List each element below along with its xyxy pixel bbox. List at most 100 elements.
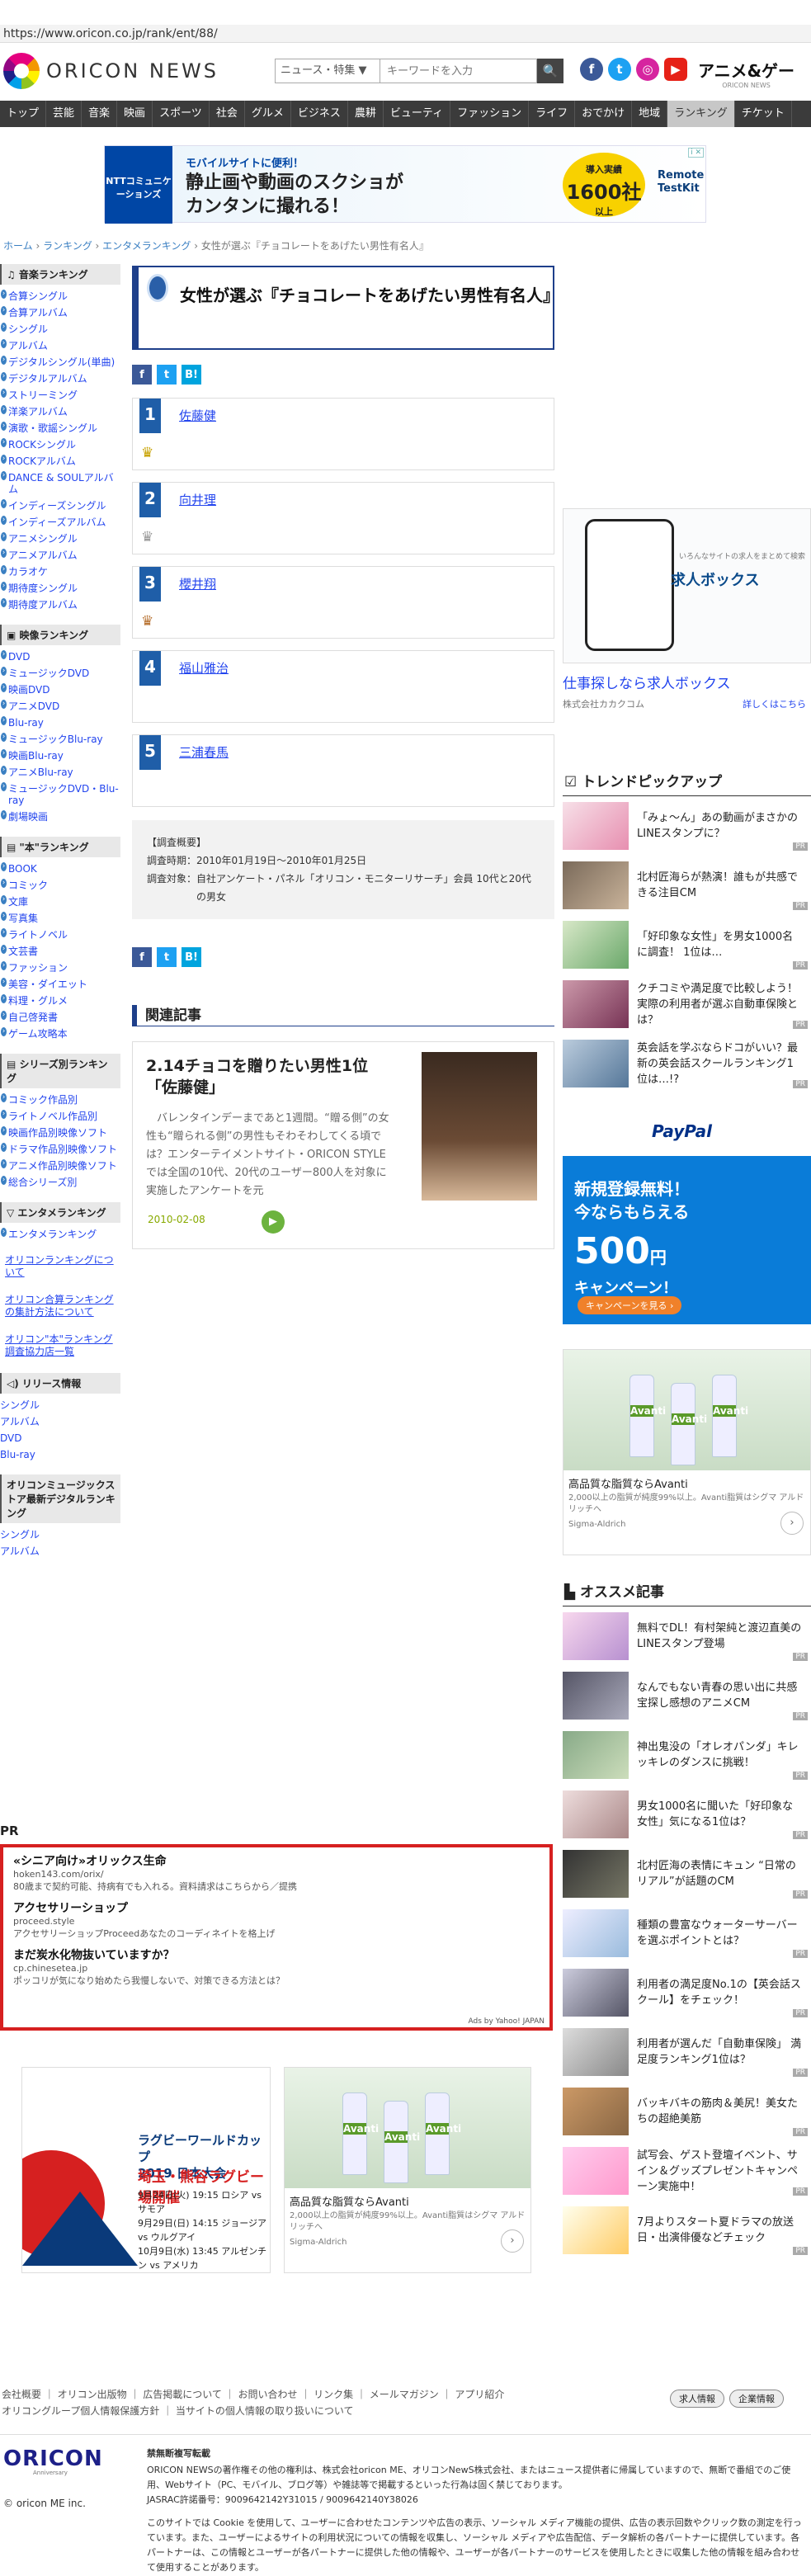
rugby-ad[interactable]: ラグビーワールドカップ 2019 日本大会 埼玉・熊谷ラグビー場開催 9月24日(… bbox=[21, 2067, 271, 2273]
recruit-ad-link[interactable]: 仕事探しなら求人ボックス bbox=[563, 672, 811, 692]
trend-title[interactable]: クチコミや満足度で比較しよう！実際の利用者が選ぶ自動車保険とは？ bbox=[637, 981, 802, 1028]
youtube-icon[interactable]: ▶ bbox=[664, 58, 687, 81]
osusume-title-link[interactable]: 神出鬼没の「オレオパンダ」キレッキレのダンスに挑戦！ bbox=[637, 1739, 802, 1771]
nav-item[interactable]: ビジネス bbox=[291, 101, 348, 127]
trend-item[interactable]: 北村匠海らが熱演！誰もが共感できる注目CM PR bbox=[563, 856, 811, 915]
rank-name-link[interactable]: 佐藤健 bbox=[179, 407, 216, 424]
sidebar-item[interactable]: エンタメランキング bbox=[0, 1226, 120, 1243]
sidebar-link[interactable]: オリコンランキングについて bbox=[5, 1254, 117, 1279]
sidebar-item[interactable]: 自己啓発書 bbox=[0, 1009, 120, 1026]
sidebar-item[interactable]: ファッション bbox=[0, 960, 120, 976]
sidebar-item[interactable]: 総合シリーズ別 bbox=[0, 1174, 120, 1191]
nav-item[interactable]: チケット bbox=[735, 101, 792, 127]
sidebar-item[interactable]: 演歌・歌謡シングル bbox=[0, 420, 120, 436]
osusume-item[interactable]: バッキバキの筋肉＆美尻！美女たちの超絶美筋 PR bbox=[563, 2082, 811, 2141]
sidebar-item[interactable]: ストリーミング bbox=[0, 387, 120, 403]
sidebar-item[interactable]: シングル bbox=[0, 1526, 120, 1543]
sidebar-item[interactable]: アニメDVD bbox=[0, 698, 120, 715]
facebook-icon[interactable]: f bbox=[580, 58, 603, 81]
ad-choices-icon[interactable]: i ✕ bbox=[688, 148, 704, 158]
sidebar-item[interactable]: 美容・ダイエット bbox=[0, 976, 120, 993]
osusume-title-link[interactable]: 利用者が選んだ「自動車保険」 満足度ランキング1位は？ bbox=[637, 2036, 802, 2068]
recruit-more-link[interactable]: 詳しくはこちら bbox=[743, 697, 806, 710]
sidebar-item[interactable]: 映画Blu-ray bbox=[0, 748, 120, 764]
sidebar-item[interactable]: 合算アルバム bbox=[0, 304, 120, 321]
sidebar-item[interactable]: 洋楽アルバム bbox=[0, 403, 120, 420]
sidebar-item[interactable]: ROCKシングル bbox=[0, 436, 120, 453]
related-article-photo[interactable] bbox=[422, 1052, 537, 1201]
nav-item[interactable]: 社会 bbox=[210, 101, 245, 127]
pr-ad-item[interactable]: まだ炭水化物抜いていますか？ cp.chinesetea.jp ポッコリが気にな… bbox=[13, 1946, 540, 1987]
sidebar-item[interactable]: 文庫 bbox=[0, 894, 120, 910]
trend-item[interactable]: 「みょ〜ん」あの動画がまさかのLINEスタンプに？ PR bbox=[563, 796, 811, 856]
address-bar[interactable]: https://www.oricon.co.jp/rank/ent/88/ bbox=[0, 25, 811, 43]
sidebar-item[interactable]: アニメ作品別映像ソフト bbox=[0, 1158, 120, 1174]
sidebar-item[interactable]: 料理・グルメ bbox=[0, 993, 120, 1009]
osusume-title-link[interactable]: 利用者の満足度No.1の【英会話スクール】をチェック！ bbox=[637, 1977, 802, 2008]
sidebar-item[interactable]: Blu-ray bbox=[0, 1446, 120, 1463]
sidebar-item[interactable]: ROCKアルバム bbox=[0, 453, 120, 469]
sidebar-link[interactable]: オリコン"本"ランキング調査協力店一覧 bbox=[5, 1333, 117, 1358]
osusume-title-link[interactable]: 北村匠海の表情にキュン “日常のリアル”が話題のCM bbox=[637, 1858, 802, 1890]
twitter-share-icon[interactable]: t bbox=[157, 947, 177, 967]
read-more-icon[interactable]: ▶ bbox=[262, 1210, 285, 1234]
trend-title[interactable]: 北村匠海らが熱演！誰もが共感できる注目CM bbox=[637, 870, 802, 901]
sidebar-item[interactable]: インディーズシングル bbox=[0, 498, 120, 514]
search-scope-select[interactable]: ニュース・特集 ▼ bbox=[275, 59, 380, 83]
sidebar-item[interactable]: 期待度シングル bbox=[0, 580, 120, 597]
nav-item[interactable]: 芸能 bbox=[46, 101, 83, 127]
rank-name-link[interactable]: 櫻井翔 bbox=[179, 575, 216, 592]
trend-title[interactable]: 「みょ〜ん」あの動画がまさかのLINEスタンプに？ bbox=[637, 810, 802, 842]
sidebar-item[interactable]: ゲーム攻略本 bbox=[0, 1026, 120, 1042]
osusume-item[interactable]: 無料でDL！有村架純と渡辺直美のLINEスタンプ登場 PR bbox=[563, 1606, 811, 1666]
instagram-icon[interactable]: ◎ bbox=[636, 58, 659, 81]
trend-item[interactable]: クチコミや満足度で比較しよう！実際の利用者が選ぶ自動車保険とは？ PR bbox=[563, 974, 811, 1034]
rank-name-link[interactable]: 福山雅治 bbox=[179, 659, 229, 677]
sidebar-item[interactable]: デジタルアルバム bbox=[0, 370, 120, 387]
sidebar-item[interactable]: ドラマ作品別映像ソフト bbox=[0, 1141, 120, 1158]
sidebar-item[interactable]: 映画DVD bbox=[0, 682, 120, 698]
anime-game-link[interactable]: アニメ&ゲー ORICON NEWS bbox=[698, 58, 794, 89]
sidebar-item[interactable]: ミュージックBlu-ray bbox=[0, 731, 120, 748]
trend-title[interactable]: 「好印象な女性」を男女1000名に調査！ 1位は… bbox=[637, 929, 802, 960]
chevron-right-icon[interactable]: › bbox=[501, 2229, 524, 2253]
sidebar-item[interactable]: DANCE & SOULアルバム bbox=[0, 469, 120, 498]
nav-item[interactable]: スポーツ bbox=[153, 101, 210, 127]
avanti-ad[interactable]: Avanti Avanti Avanti 高品質な脂質ならAvanti 2,00… bbox=[563, 1349, 811, 1555]
sidebar-item[interactable]: 映画作品別映像ソフト bbox=[0, 1125, 120, 1141]
trend-title[interactable]: 英会話を学ぶならドコがいい？最新の英会話スクールランキング1位は…!? bbox=[637, 1040, 802, 1087]
paypal-ad[interactable]: PayPal 新規登録無料！ 今ならもらえる 500円 キャンペーン！ キャンペー… bbox=[563, 1115, 811, 1324]
breadcrumb-ent[interactable]: エンタメランキング bbox=[102, 240, 191, 252]
sidebar-link[interactable]: オリコン合算ランキングの集計方法について bbox=[5, 1294, 117, 1319]
sidebar-item[interactable]: ミュージックDVD bbox=[0, 665, 120, 682]
nav-item[interactable]: ライフ bbox=[529, 101, 576, 127]
sidebar-item[interactable]: DVD bbox=[0, 649, 120, 665]
trend-item[interactable]: 「好印象な女性」を男女1000名に調査！ 1位は… PR bbox=[563, 915, 811, 974]
sidebar-item[interactable]: カラオケ bbox=[0, 564, 120, 580]
sidebar-item[interactable]: Blu-ray bbox=[0, 715, 120, 731]
sidebar-item[interactable]: 期待度アルバム bbox=[0, 597, 120, 613]
facebook-share-icon[interactable]: f bbox=[132, 365, 152, 385]
osusume-item[interactable]: 男女1000名に聞いた「好印象な女性」気になる1位は？ PR bbox=[563, 1785, 811, 1844]
sidebar-item[interactable]: デジタルシングル(単曲) bbox=[0, 354, 120, 370]
sidebar-item[interactable]: 写真集 bbox=[0, 910, 120, 927]
facebook-share-icon[interactable]: f bbox=[132, 947, 152, 967]
osusume-title-link[interactable]: 試写会、ゲスト登壇イベント、サイン＆グッズプレゼントキャンペーン実施中！ bbox=[637, 2148, 802, 2195]
sidebar-item[interactable]: アルバム bbox=[0, 1413, 120, 1430]
avanti-ad-bottom[interactable]: Avanti Avanti Avanti 高品質な脂質ならAvanti 2,00… bbox=[284, 2067, 531, 2273]
sidebar-item[interactable]: アルバム bbox=[0, 337, 120, 354]
nav-item[interactable]: 音楽 bbox=[82, 101, 118, 127]
sidebar-item[interactable]: アルバム bbox=[0, 1543, 120, 1559]
nav-item[interactable]: ビューティ bbox=[384, 101, 451, 127]
top-ad-banner[interactable]: NTTコミュニケーションズ モバイルサイトに便利！ 静止画や動画のスクショが カン… bbox=[104, 145, 706, 224]
breadcrumb-home[interactable]: ホーム bbox=[3, 240, 33, 252]
sidebar-item[interactable]: アニメアルバム bbox=[0, 547, 120, 564]
sidebar-item[interactable]: 合算シングル bbox=[0, 288, 120, 304]
osusume-title-link[interactable]: 男女1000名に聞いた「好印象な女性」気になる1位は？ bbox=[637, 1799, 802, 1830]
rank-name-link[interactable]: 向井理 bbox=[179, 491, 216, 508]
breadcrumb-ranking[interactable]: ランキング bbox=[43, 240, 92, 252]
related-article-card[interactable]: 2.14チョコを贈りたい男性1位「佐藤健」 バレンタインデーまであと1週間。“贈… bbox=[132, 1041, 554, 1249]
nav-item[interactable]: グルメ bbox=[245, 101, 291, 127]
osusume-item[interactable]: 種類の豊富なウォーターサーバーを選ぶポイントとは？ PR bbox=[563, 1904, 811, 1963]
sidebar-item[interactable]: ライトノベル作品別 bbox=[0, 1108, 120, 1125]
